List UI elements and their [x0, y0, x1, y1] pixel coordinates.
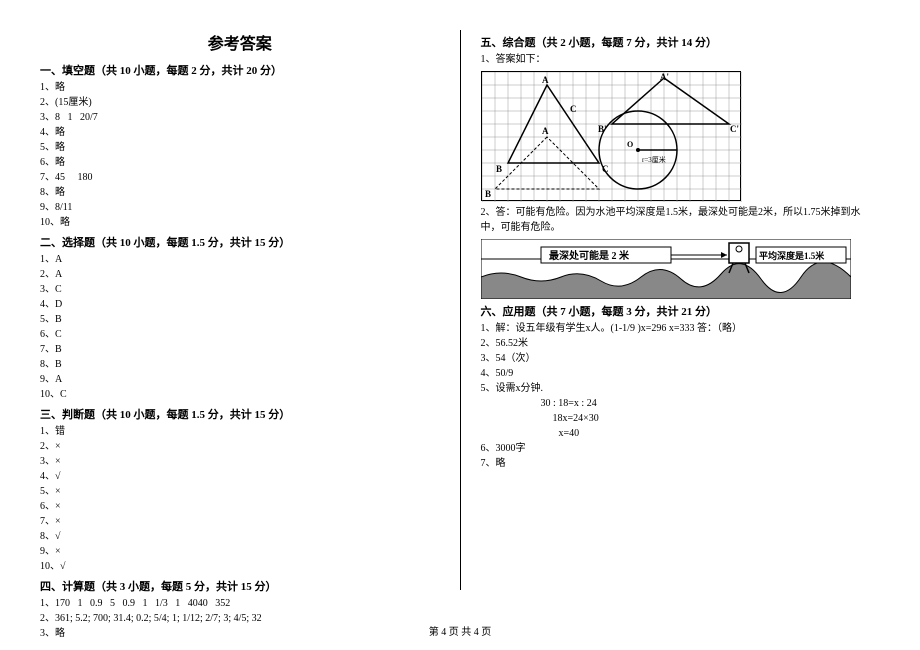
- s3-l7: 7、×: [40, 514, 440, 529]
- s5-l1: 1、答案如下：: [481, 52, 881, 67]
- label-A: A: [542, 75, 549, 85]
- s3-l3: 3、×: [40, 454, 440, 469]
- s6-l2: 2、56.52米: [481, 336, 881, 351]
- s2-l7: 7、B: [40, 342, 440, 357]
- s6-l4: 4、50/9: [481, 366, 881, 381]
- s1-l9: 9、8/11: [40, 200, 440, 215]
- section-6-title: 六、应用题（共 7 小题，每题 3 分，共计 21 分）: [481, 303, 881, 319]
- water-label-left: 最深处可能是 2 米: [549, 249, 630, 262]
- s1-l5: 5、略: [40, 140, 440, 155]
- s2-l2: 2、A: [40, 267, 440, 282]
- s2-l1: 1、A: [40, 252, 440, 267]
- s5-l2: 2、答：可能有危险。因为水池平均深度是1.5米，最深处可能是2米，所以1.75米…: [481, 205, 881, 235]
- section-4-title: 四、计算题（共 3 小题，每题 5 分，共计 15 分）: [40, 578, 440, 594]
- label-B3: B: [485, 189, 491, 199]
- s2-l6: 6、C: [40, 327, 440, 342]
- s6-l3: 3、54（次）: [481, 351, 881, 366]
- right-column: 五、综合题（共 2 小题，每题 7 分，共计 14 分） 1、答案如下： A A…: [481, 30, 881, 590]
- s6-l7: 7、略: [481, 456, 881, 471]
- label-B2: B': [598, 124, 607, 134]
- label-A3: A: [542, 126, 549, 136]
- s6-l6: 6、3000字: [481, 441, 881, 456]
- water-label-right: 平均深度是1.5米: [759, 250, 825, 261]
- s2-l9: 9、A: [40, 372, 440, 387]
- left-column: 参考答案 一、填空题（共 10 小题，每题 2 分，共计 20 分） 1、略 2…: [40, 30, 440, 590]
- label-radius: r=3厘米: [642, 155, 666, 164]
- s2-l8: 8、B: [40, 357, 440, 372]
- s2-l10: 10、C: [40, 387, 440, 402]
- label-C2: C': [730, 124, 739, 134]
- label-B: B: [496, 164, 502, 174]
- s3-l1: 1、错: [40, 424, 440, 439]
- section-5-title: 五、综合题（共 2 小题，每题 7 分，共计 14 分）: [481, 34, 881, 50]
- section-2-title: 二、选择题（共 10 小题，每题 1.5 分，共计 15 分）: [40, 234, 440, 250]
- s3-l5: 5、×: [40, 484, 440, 499]
- s2-l4: 4、D: [40, 297, 440, 312]
- s6-l5a: 30 : 18=x : 24: [481, 396, 881, 411]
- section-1-title: 一、填空题（共 10 小题，每题 2 分，共计 20 分）: [40, 62, 440, 78]
- label-C3: C: [570, 104, 577, 114]
- s6-l5c: x=40: [481, 426, 881, 441]
- column-divider: [460, 30, 461, 590]
- s6-l5: 5、设需x分钟.: [481, 381, 881, 396]
- s3-l10: 10、√: [40, 559, 440, 574]
- s1-l7: 7、45 180: [40, 170, 440, 185]
- s4-l1: 1、170 1 0.9 5 0.9 1 1/3 1 4040 352: [40, 596, 440, 611]
- s1-l10: 10、略: [40, 215, 440, 230]
- label-O: O: [627, 140, 633, 149]
- s6-l1: 1、解：设五年级有学生x人。(1-1/9 )x=296 x=333 答：（略）: [481, 321, 881, 336]
- page-footer: 第 4 页 共 4 页: [0, 623, 920, 638]
- s3-l4: 4、√: [40, 469, 440, 484]
- s1-l4: 4、略: [40, 125, 440, 140]
- s2-l5: 5、B: [40, 312, 440, 327]
- s1-l8: 8、略: [40, 185, 440, 200]
- label-A2: A': [660, 72, 669, 82]
- section-3-title: 三、判断题（共 10 小题，每题 1.5 分，共计 15 分）: [40, 406, 440, 422]
- s3-l9: 9、×: [40, 544, 440, 559]
- geometry-grid-diagram: A A' B B' C C' O r=3厘米 B A C: [481, 71, 741, 201]
- s1-l3: 3、8 1 20/7: [40, 110, 440, 125]
- s1-l2: 2、(15厘米): [40, 95, 440, 110]
- s3-l2: 2、×: [40, 439, 440, 454]
- s1-l1: 1、略: [40, 80, 440, 95]
- s1-l6: 6、略: [40, 155, 440, 170]
- s3-l8: 8、√: [40, 529, 440, 544]
- page-content: 参考答案 一、填空题（共 10 小题，每题 2 分，共计 20 分） 1、略 2…: [40, 30, 880, 590]
- page-title: 参考答案: [40, 30, 440, 54]
- s6-l5b: 18x=24×30: [481, 411, 881, 426]
- label-C: C: [602, 164, 609, 174]
- water-depth-diagram: 最深处可能是 2 米 平均深度是1.5米: [481, 239, 851, 299]
- s3-l6: 6、×: [40, 499, 440, 514]
- s2-l3: 3、C: [40, 282, 440, 297]
